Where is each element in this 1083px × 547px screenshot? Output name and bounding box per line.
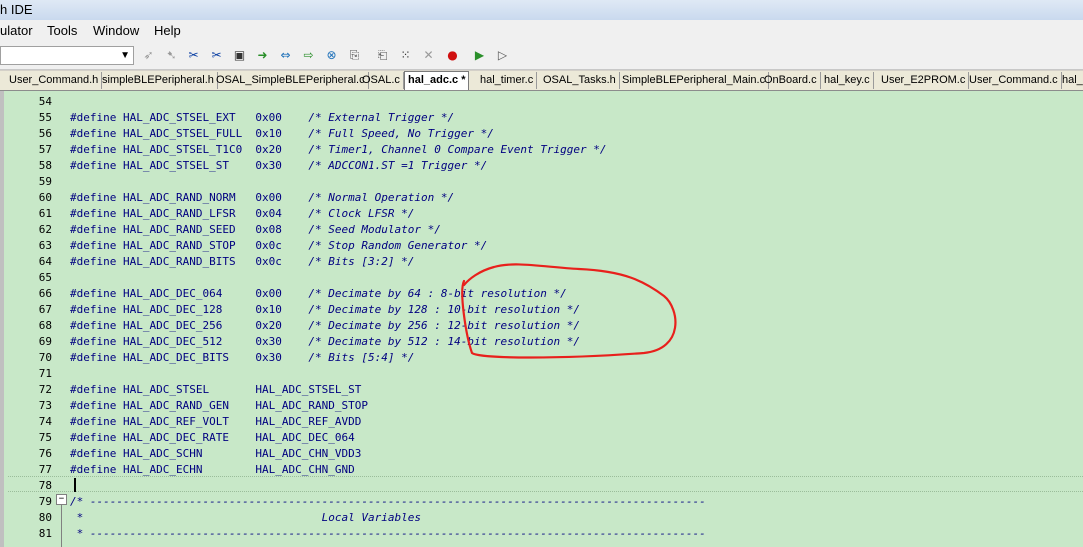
window-title: h IDE <box>0 2 33 17</box>
menu-tools[interactable]: Tools <box>47 20 77 42</box>
title-bar: h IDE <box>0 0 1083 20</box>
run-to-cursor-icon[interactable]: ➶ <box>140 47 157 64</box>
registers-icon[interactable]: ⁙ <box>397 47 414 64</box>
tab-hal-key-c[interactable]: hal_key.c <box>821 72 874 89</box>
breakpoint-icon[interactable]: ✂ <box>185 47 202 64</box>
tab-user-e2prom-c[interactable]: User_E2PROM.c <box>878 72 970 89</box>
break-icon[interactable]: ✕ <box>420 47 437 64</box>
tab-simpleble-peripheral-main-c[interactable]: SimpleBLEPeripheral_Main.c <box>619 72 770 89</box>
next-icon[interactable]: ➜ <box>254 47 271 64</box>
go-icon[interactable]: ▶ <box>471 47 488 64</box>
memory-icon[interactable]: ▣ <box>231 47 248 64</box>
menu-help[interactable]: Help <box>154 20 181 42</box>
toolbar: ▼ ➶ ➷ ✂ ✂ ▣ ➜ ⇔ ⇨ ⊗ ⎘ ⎗ ⁙ ✕ ● ▶ ▷ <box>0 42 1083 70</box>
code-editor[interactable]: 54 55 #define HAL_ADC_STSEL_EXT 0x00 /* Ex… <box>0 91 1083 547</box>
tab-onboard-c[interactable]: OnBoard.c <box>761 72 821 89</box>
tab-osal-c[interactable]: OSAL.c <box>359 72 404 89</box>
stop-icon[interactable]: ● <box>444 47 461 64</box>
tab-osal-simpleble-peripheral-c[interactable]: OSAL_SimpleBLEPeripheral.c <box>213 72 369 89</box>
menu-emulator[interactable]: ulator <box>0 20 33 42</box>
tab-hal-more[interactable]: hal_ <box>1059 72 1083 89</box>
menu-bar: ulator Tools Window Help <box>0 20 1083 42</box>
run-icon[interactable]: ▷ <box>494 47 511 64</box>
step-over-icon[interactable]: ⇔ <box>277 47 294 64</box>
disassembly-icon[interactable]: ⎗ <box>374 47 391 64</box>
step-icon[interactable]: ➷ <box>163 47 180 64</box>
watch-icon[interactable]: ⊗ <box>323 47 340 64</box>
toggle-icon[interactable]: ✂ <box>208 47 225 64</box>
chevron-down-icon[interactable]: ▼ <box>120 47 130 65</box>
file-tab-bar: User_Command.h simpleBLEPeripheral.h OSA… <box>0 71 1083 91</box>
reset-icon[interactable]: ⎘ <box>346 47 363 64</box>
tab-user-command-h[interactable]: User_Command.h <box>6 72 103 89</box>
tab-user-command-c[interactable]: User_Command.c <box>966 72 1062 89</box>
configuration-select[interactable]: ▼ <box>0 46 134 65</box>
tab-osal-tasks-h[interactable]: OSAL_Tasks.h <box>540 72 620 89</box>
tab-simpleble-peripheral-h[interactable]: simpleBLEPeripheral.h <box>99 72 218 89</box>
step-into-icon[interactable]: ⇨ <box>300 47 317 64</box>
menu-window[interactable]: Window <box>93 20 139 42</box>
red-freehand-annotation <box>461 263 677 359</box>
tab-hal-timer-c[interactable]: hal_timer.c <box>477 72 538 89</box>
tab-hal-adc-c[interactable]: hal_adc.c * <box>404 71 470 90</box>
